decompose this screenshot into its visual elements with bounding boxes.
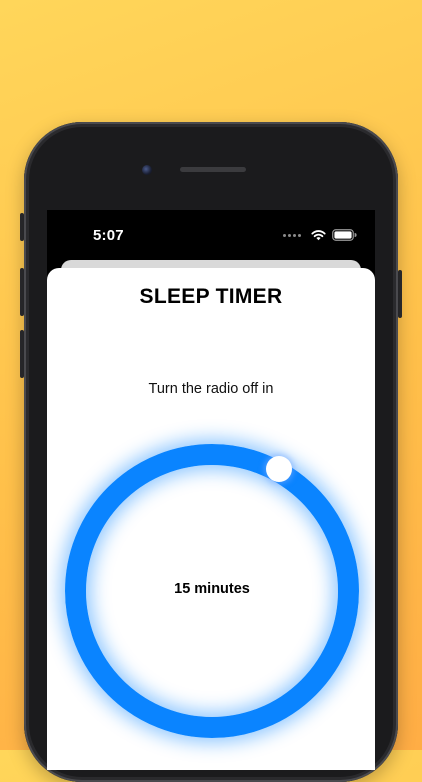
front-camera-icon (142, 165, 152, 175)
earpiece-speaker (180, 167, 246, 172)
phone-screen: 5:07 SLEEP TIMER Turn the radio off in 1… (47, 210, 375, 770)
status-icons (283, 229, 357, 241)
page-title: SLEEP TIMER (139, 285, 283, 308)
battery-icon (332, 229, 357, 241)
dial-knob[interactable] (266, 456, 292, 482)
status-time: 5:07 (93, 227, 124, 244)
timer-subtitle: Turn the radio off in (148, 381, 274, 397)
timer-dial[interactable]: 15 minutes (59, 438, 365, 744)
power-button (398, 270, 402, 318)
sleep-timer-sheet: SLEEP TIMER Turn the radio off in 15 min… (47, 268, 375, 770)
wifi-icon (311, 230, 326, 241)
timer-value-label: 15 minutes (174, 581, 250, 597)
signal-dots-icon (283, 233, 301, 237)
